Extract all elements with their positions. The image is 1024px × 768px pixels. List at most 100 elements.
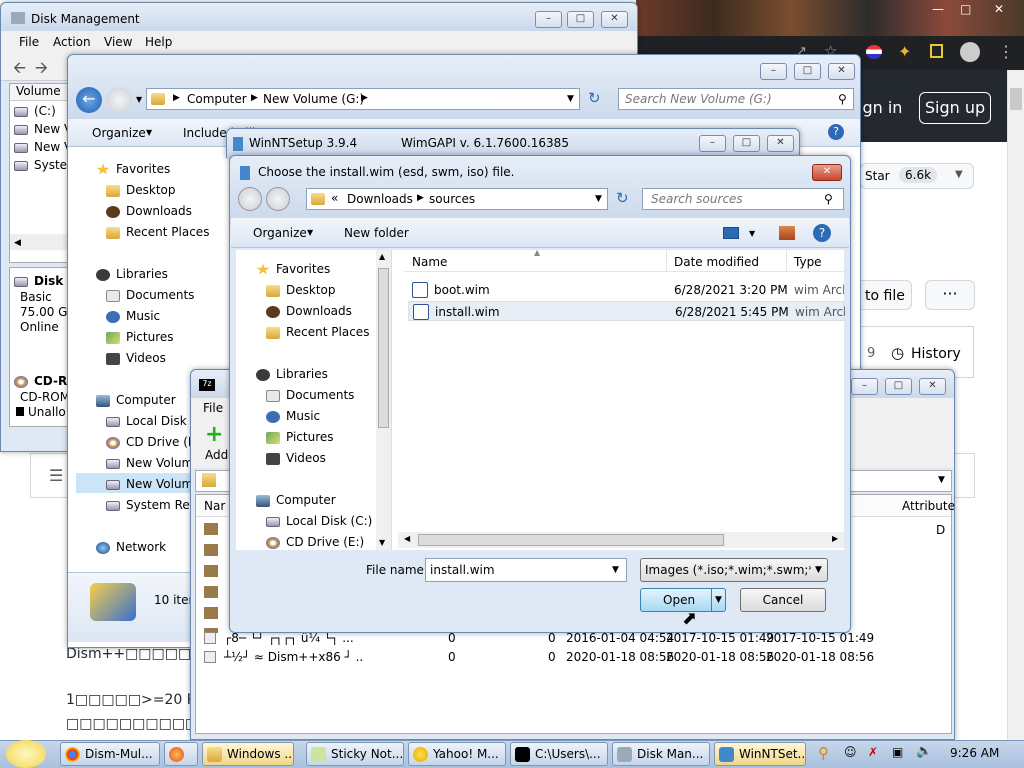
breadcrumb-overflow[interactable]: « — [331, 191, 338, 205]
nav-new-volume-2[interactable]: New Volum — [106, 477, 193, 491]
file-name-input[interactable]: install.wim ▼ — [425, 558, 627, 582]
column-header-name[interactable]: Name — [412, 255, 447, 269]
nav-computer[interactable]: Computer — [96, 393, 176, 407]
help-icon[interactable]: ? — [813, 224, 831, 242]
scroll-right-icon[interactable]: ▶ — [832, 534, 838, 543]
scroll-down-icon[interactable]: ▼ — [379, 538, 385, 547]
scroll-left-icon[interactable]: ◀ — [404, 534, 410, 543]
nav-desktop[interactable]: Desktop — [106, 183, 176, 197]
menu-action[interactable]: Action — [53, 35, 91, 49]
kebab-menu-icon[interactable]: ⋮ — [998, 42, 1014, 61]
view-dropdown-icon[interactable]: ▼ — [749, 229, 755, 238]
address-dropdown-icon[interactable]: ▼ — [567, 94, 574, 104]
network-error-icon[interactable]: ✗ — [868, 745, 878, 759]
dialog-search-input[interactable]: Search sources — [642, 188, 844, 210]
history-link[interactable]: History — [911, 346, 961, 362]
maximize-button[interactable]: □ — [733, 135, 760, 152]
taskbar-item-firefox[interactable] — [164, 742, 198, 766]
maximize-button[interactable]: □ — [794, 63, 821, 80]
help-icon[interactable]: ? — [828, 124, 844, 140]
sign-up-button[interactable]: Sign up — [919, 92, 991, 124]
flag-icon[interactable] — [866, 45, 882, 59]
taskbar-item-windows[interactable]: Windows ... — [202, 742, 294, 766]
more-options-button[interactable]: ··· — [925, 280, 975, 310]
taskbar-item-7zip[interactable]: C:\Users\... — [510, 742, 608, 766]
close-icon[interactable]: ✕ — [994, 2, 1004, 16]
search-icon[interactable]: ⚲ — [838, 92, 847, 106]
go-to-file-button[interactable]: to file — [852, 280, 912, 310]
taskbar-item-chrome[interactable]: Dism-Mul... — [60, 742, 160, 766]
forward-button[interactable] — [106, 87, 132, 113]
refresh-icon[interactable]: ↻ — [588, 89, 601, 107]
start-button[interactable] — [6, 740, 46, 768]
cancel-button[interactable]: Cancel — [740, 588, 826, 612]
nav-recent-places[interactable]: Recent Places — [266, 325, 369, 339]
nav-computer[interactable]: Computer — [256, 493, 336, 507]
nav-music[interactable]: Music — [266, 409, 320, 423]
taskbar-item-sticky-notes[interactable]: Sticky Not... — [306, 742, 404, 766]
extension-puzzle-icon[interactable]: ✦ — [898, 42, 911, 61]
minimize-icon[interactable]: — — [932, 2, 944, 16]
breadcrumb-new-volume[interactable]: New Volume (G:) — [263, 92, 364, 106]
minimize-button[interactable]: – — [535, 11, 562, 28]
volume-icon[interactable]: 🔈 — [916, 744, 932, 759]
taskbar-item-disk-management[interactable]: Disk Man... — [612, 742, 710, 766]
close-button[interactable]: ✕ — [767, 135, 794, 152]
nav-cd-drive[interactable]: CD Drive (E: — [106, 435, 200, 449]
nav-new-volume-1[interactable]: New Volum — [106, 456, 193, 470]
nav-downloads[interactable]: Downloads — [106, 204, 192, 218]
column-header-attributes[interactable]: Attribute — [902, 499, 955, 513]
maximize-button[interactable]: □ — [885, 378, 912, 395]
close-button[interactable]: ✕ — [812, 164, 842, 181]
nav-libraries[interactable]: Libraries — [256, 367, 328, 381]
nav-system-reserved[interactable]: System Rese — [106, 498, 203, 512]
close-button[interactable]: ✕ — [919, 378, 946, 395]
nav-network[interactable]: Network — [96, 540, 166, 554]
breadcrumb-sources[interactable]: sources — [429, 192, 475, 206]
profile-avatar-icon[interactable] — [960, 42, 980, 62]
nav-desktop[interactable]: Desktop — [266, 283, 336, 297]
disk-management-titlebar[interactable]: Disk Management – □ ✕ — [1, 3, 637, 33]
menu-view[interactable]: View — [104, 35, 132, 49]
search-input[interactable]: Search New Volume (G:) — [618, 88, 854, 110]
close-button[interactable]: ✕ — [828, 63, 855, 80]
emoticon-icon[interactable]: ☺ — [844, 745, 857, 759]
nav-pictures[interactable]: Pictures — [106, 330, 174, 344]
list-item[interactable]: boot.wim 6/28/2021 3:20 PM wim Arch — [408, 280, 844, 300]
organize-button[interactable]: Organize — [92, 126, 146, 140]
column-header-type[interactable]: Type — [794, 255, 822, 269]
view-options-icon[interactable] — [723, 227, 739, 239]
add-button-label[interactable]: Add — [205, 448, 228, 462]
taskbar-item-yahoo[interactable]: Yahoo! M... — [408, 742, 506, 766]
minimize-button[interactable]: – — [699, 135, 726, 152]
address-bar[interactable]: ▶ Computer ▶ New Volume (G:) ▶ ▼ — [146, 88, 580, 110]
horizontal-scrollbar[interactable]: ◀ — [10, 234, 70, 250]
path-dropdown-icon[interactable]: ▼ — [938, 475, 945, 485]
forward-button[interactable] — [266, 187, 290, 211]
nav-documents[interactable]: Documents — [266, 388, 354, 402]
magnifier-icon[interactable]: ⚲ — [818, 744, 829, 762]
forward-arrow-icon[interactable]: 🡪 — [35, 57, 48, 84]
nav-documents[interactable]: Documents — [106, 288, 194, 302]
scrollbar-thumb[interactable] — [378, 268, 389, 428]
sidebar-icon[interactable] — [930, 44, 943, 58]
search-icon[interactable]: ⚲ — [824, 192, 833, 206]
browser-scrollbar[interactable] — [1007, 70, 1024, 740]
minimize-button[interactable]: – — [760, 63, 787, 80]
volume-row[interactable]: (C:) — [14, 104, 56, 118]
back-button[interactable] — [238, 187, 262, 211]
nav-libraries[interactable]: Libraries — [96, 267, 168, 281]
horizontal-scrollbar[interactable]: ◀ ▶ — [398, 532, 844, 548]
nav-videos[interactable]: Videos — [106, 351, 166, 365]
column-divider[interactable] — [786, 250, 787, 272]
back-arrow-icon[interactable]: 🡨 — [13, 57, 26, 84]
nav-local-disk[interactable]: Local Disk (C — [106, 414, 204, 428]
file-name-dropdown-icon[interactable]: ▼ — [612, 565, 619, 575]
scrollbar-thumb[interactable] — [418, 534, 724, 546]
nav-recent-places[interactable]: Recent Places — [106, 225, 209, 239]
breadcrumb-downloads[interactable]: Downloads — [347, 192, 413, 206]
column-divider[interactable] — [666, 250, 667, 272]
scrollbar-thumb[interactable] — [1010, 88, 1022, 110]
network-tray-icon[interactable]: ▣ — [892, 745, 903, 759]
nav-favorites[interactable]: Favorites — [256, 262, 330, 276]
